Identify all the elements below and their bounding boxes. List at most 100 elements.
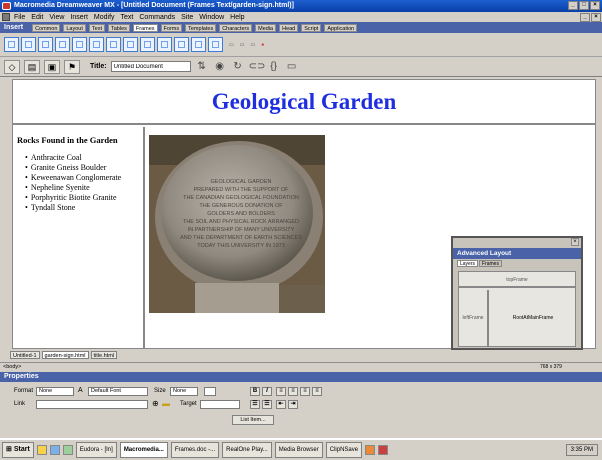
page-title-input[interactable]: [110, 61, 191, 72]
start-button[interactable]: ⊞ Start: [2, 442, 34, 458]
insert-tab-tables[interactable]: Tables: [107, 23, 130, 32]
menu-edit[interactable]: Edit: [31, 14, 43, 21]
tab-layers[interactable]: Layers: [457, 260, 479, 267]
ordered-list-icon[interactable]: ☰: [262, 400, 272, 409]
insert-tab-script[interactable]: Script: [301, 23, 322, 32]
menu-window[interactable]: Window: [199, 14, 224, 21]
left-frame[interactable]: Rocks Found in the Garden Anthracite Coa…: [13, 127, 145, 348]
system-clock[interactable]: 3:35 PM: [565, 444, 598, 456]
tray-icon[interactable]: [365, 445, 376, 455]
bottom-nested-left-frame-icon[interactable]: [72, 37, 87, 52]
browse-folder-icon[interactable]: ▬: [162, 399, 170, 408]
doc-tab-title[interactable]: title.html: [90, 351, 117, 359]
insert-tab-forms[interactable]: Forms: [160, 23, 183, 32]
top-frame-icon[interactable]: [38, 37, 53, 52]
left-nested-top-frame-icon[interactable]: [157, 37, 172, 52]
left-frame-icon[interactable]: [4, 37, 19, 52]
menu-commands[interactable]: Commands: [139, 14, 175, 21]
text-color-swatch[interactable]: [204, 387, 216, 396]
floating-frame-icon[interactable]: ▭: [229, 42, 234, 48]
insert-tab-common[interactable]: Common: [32, 23, 61, 32]
indent-icon[interactable]: ⇥: [288, 400, 298, 409]
properties-panel-header[interactable]: Properties: [0, 372, 602, 382]
doc-minimize-button[interactable]: _: [580, 13, 590, 22]
minimize-button[interactable]: _: [568, 1, 578, 10]
file-management-icon[interactable]: ⇅: [195, 61, 209, 72]
insert-tab-media[interactable]: Media: [255, 23, 277, 32]
left-nested-bottom-frame-icon[interactable]: [106, 37, 121, 52]
top-nested-left-frame-icon[interactable]: [191, 37, 206, 52]
right-nested-top-frame-icon[interactable]: [174, 37, 189, 52]
insert-tab-templates[interactable]: Templates: [185, 23, 217, 32]
close-button[interactable]: ×: [590, 1, 600, 10]
insert-bar-title[interactable]: Insert: [4, 24, 23, 31]
window-size[interactable]: 768 x 379: [540, 364, 562, 370]
tray-icon[interactable]: [378, 445, 389, 455]
code-view-icon[interactable]: ◇: [4, 59, 20, 74]
list-item-button[interactable]: List Item...: [232, 415, 274, 425]
quicklaunch-icon[interactable]: [62, 445, 73, 455]
insert-tab-characters[interactable]: Characters: [219, 23, 253, 32]
frame-tag-icon[interactable]: ▭: [250, 42, 255, 48]
preview-in-browser-icon[interactable]: ◉: [213, 61, 227, 72]
outdent-icon[interactable]: ⇤: [276, 400, 286, 409]
taskbar-task[interactable]: Frames.doc -...: [170, 442, 220, 458]
size-select[interactable]: None: [170, 387, 198, 396]
right-nested-bottom-frame-icon[interactable]: [123, 37, 138, 52]
tag-selector[interactable]: <body>: [3, 364, 21, 370]
tab-frames[interactable]: Frames: [479, 260, 502, 267]
right-frame-icon[interactable]: [21, 37, 36, 52]
code-navigation-icon[interactable]: {}: [267, 61, 281, 72]
taskbar-task[interactable]: ClipNSave: [325, 442, 363, 458]
italic-button[interactable]: I: [262, 387, 272, 396]
top-nested-right-frame-icon[interactable]: [208, 37, 223, 52]
justify-icon[interactable]: ≡: [312, 387, 322, 396]
panel-close-icon[interactable]: ×: [571, 238, 579, 246]
top-frame[interactable]: Geological Garden: [13, 80, 595, 125]
frames-panel-left-frame[interactable]: leftFrame: [459, 290, 489, 346]
insert-tab-frames[interactable]: Frames: [132, 23, 158, 32]
live-data-icon[interactable]: ⚑: [64, 59, 80, 74]
taskbar-task[interactable]: Eudora - [In]: [75, 442, 117, 458]
menu-site[interactable]: Site: [181, 14, 193, 21]
target-select[interactable]: [200, 400, 240, 409]
link-input[interactable]: [36, 400, 148, 409]
doc-tab-garden-sign[interactable]: garden-sign.html: [41, 351, 89, 359]
menu-help[interactable]: Help: [230, 14, 244, 21]
insert-tab-application[interactable]: Application: [324, 23, 358, 32]
window-title-bar[interactable]: Macromedia Dreamweaver MX - [Untitled Do…: [0, 0, 602, 12]
bottom-nested-right-frame-icon[interactable]: [89, 37, 104, 52]
menu-view[interactable]: View: [49, 14, 64, 21]
top-bottom-frames-icon[interactable]: [140, 37, 155, 52]
align-right-icon[interactable]: ≡: [300, 387, 310, 396]
taskbar-task[interactable]: RealOne Play...: [222, 442, 272, 458]
frames-panel-top-frame[interactable]: topFrame: [459, 272, 575, 288]
frames-panel-main-frame[interactable]: RootAtMainFrame: [491, 290, 575, 346]
no-frames-icon[interactable]: ▭: [240, 42, 245, 48]
quicklaunch-icon[interactable]: [49, 445, 60, 455]
advanced-layout-panel[interactable]: × Advanced Layout Layers Frames topFrame…: [451, 236, 583, 350]
format-select[interactable]: None: [36, 387, 74, 396]
insert-tab-layout[interactable]: Layout: [63, 23, 86, 32]
taskbar-task[interactable]: Media Browser: [274, 442, 323, 458]
insert-tab-head[interactable]: Head: [279, 23, 299, 32]
bottom-frame-icon[interactable]: [55, 37, 70, 52]
maximize-button[interactable]: □: [579, 1, 589, 10]
menu-text[interactable]: Text: [121, 14, 134, 21]
align-center-icon[interactable]: ≡: [288, 387, 298, 396]
split-view-icon[interactable]: ▤: [24, 59, 40, 74]
refresh-icon[interactable]: ↻: [231, 61, 245, 72]
taskbar-task-active[interactable]: Macromedia...: [119, 442, 168, 458]
unordered-list-icon[interactable]: ☰: [250, 400, 260, 409]
quicklaunch-icon[interactable]: [36, 445, 47, 455]
bold-button[interactable]: B: [250, 387, 260, 396]
menu-insert[interactable]: Insert: [70, 14, 88, 21]
insert-tab-text[interactable]: Text: [88, 23, 105, 32]
design-view-icon[interactable]: ▣: [44, 59, 60, 74]
point-to-file-icon[interactable]: ⊕: [152, 399, 159, 408]
font-select[interactable]: Default Font: [88, 387, 148, 396]
doc-close-button[interactable]: ×: [591, 13, 601, 22]
menu-file[interactable]: File: [14, 14, 25, 21]
advanced-layout-header[interactable]: Advanced Layout: [453, 248, 581, 259]
menu-modify[interactable]: Modify: [94, 14, 115, 21]
